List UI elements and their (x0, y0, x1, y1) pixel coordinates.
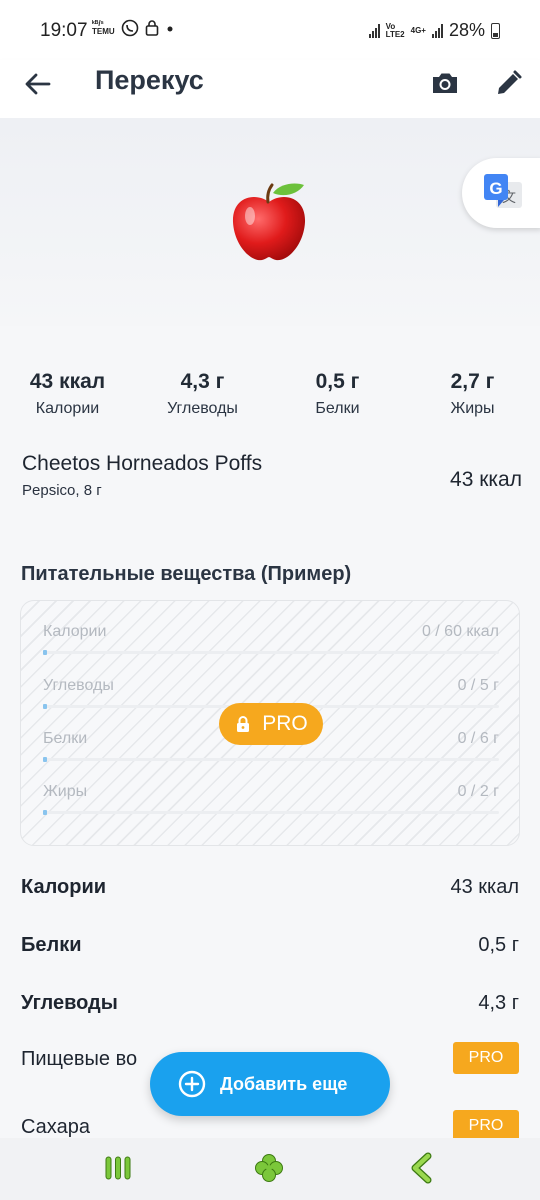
product-entry[interactable]: Cheetos Horneados Poffs Pepsico, 8 г 43 … (22, 452, 522, 499)
macro-calories: 43 ккал Калории (0, 370, 135, 418)
nutrient-progress-track (43, 757, 499, 762)
detail-value: 0,5 г (478, 934, 519, 956)
add-circle-icon (178, 1070, 206, 1098)
lte2-label: LTE2 (385, 29, 405, 39)
food-hero: 文 G (0, 118, 540, 326)
battery-percent: 28% (448, 20, 485, 40)
macro-fat: 2,7 г Жиры (405, 370, 540, 418)
dot-icon (167, 26, 173, 32)
back-arrow-icon[interactable] (24, 70, 52, 98)
macro-value: 0,5 г (315, 370, 360, 393)
detail-label: Калории (21, 876, 107, 898)
signal-icon-1 (368, 23, 380, 38)
detail-label: Сахара (21, 1116, 90, 1138)
nutrient-progress-track (43, 810, 499, 815)
detail-label: Пищевые во (21, 1048, 138, 1070)
system-nav-bar (0, 1138, 540, 1200)
temu-label: TEMU (92, 27, 115, 36)
macro-summary: 43 ккал Калории 4,3 г Углеводы 0,5 г Бел… (0, 370, 540, 420)
pro-badge[interactable]: PRO (453, 1042, 519, 1074)
product-brand-serving: Pepsico, 8 г (22, 482, 102, 499)
product-name: Cheetos Horneados Poffs (22, 452, 263, 475)
macro-label: Углеводы (167, 400, 238, 417)
network-type-indicator: Vo LTE2 (385, 22, 405, 39)
nutrient-row: Жиры 0 / 2 г (43, 783, 499, 833)
nutrient-value: 0 / 6 г (457, 730, 499, 747)
status-system-icons: Vo LTE2 4G+ 28% (368, 20, 500, 41)
macro-value: 43 ккал (29, 370, 106, 393)
detail-value: 43 ккал (450, 876, 519, 898)
nutrient-value: 0 / 60 ккал (421, 623, 499, 640)
product-calories: 43 ккал (450, 468, 522, 491)
app-bar: Перекус (0, 60, 540, 118)
nutrient-progress-fill (43, 757, 47, 762)
recents-icon[interactable] (102, 1152, 134, 1184)
apple-icon (232, 183, 306, 261)
macro-label: Белки (315, 400, 360, 417)
nutrient-label: Углеводы (43, 677, 114, 694)
lock-icon (237, 716, 250, 732)
viber-icon (121, 19, 138, 37)
macro-label: Жиры (450, 400, 495, 417)
nutrient-progress-track (43, 650, 499, 655)
detail-row-protein: Белки 0,5 г (21, 934, 519, 970)
detail-value: 4,3 г (478, 992, 519, 1014)
nutrient-value: 0 / 5 г (457, 677, 499, 694)
pro-label: PRO (262, 712, 308, 735)
google-translate-icon: 文 G (484, 174, 522, 208)
macro-value: 2,7 г (450, 370, 495, 393)
pro-unlock-button[interactable]: PRO (219, 703, 323, 745)
nutrients-card[interactable]: Калории 0 / 60 ккал Углеводы 0 / 5 г Бел… (20, 600, 520, 846)
signal-icon-2 (431, 23, 443, 38)
add-more-label: Добавить еще (220, 1073, 348, 1094)
nutrients-section-title: Питательные вещества (Пример) (21, 563, 352, 585)
macro-carbs: 4,3 г Углеводы (135, 370, 270, 418)
svg-text:G: G (489, 179, 502, 198)
translate-button[interactable]: 文 G (462, 158, 540, 228)
detail-row-calories: Калории 43 ккал (21, 876, 519, 912)
nutrient-value: 0 / 2 г (457, 783, 499, 800)
macro-label: Калории (35, 400, 100, 417)
status-time: 19:07 (40, 20, 88, 41)
nutrient-row: Калории 0 / 60 ккал (43, 623, 499, 673)
battery-icon (491, 22, 500, 39)
nutrient-label: Калории (43, 623, 107, 640)
status-bar: 19:07 ᵏᴮ/ˢ TEMU Vo LTE2 4G+ 28% (0, 0, 540, 60)
lock-status-icon (145, 20, 158, 36)
back-nav-icon[interactable] (406, 1152, 438, 1184)
macro-value: 4,3 г (180, 370, 225, 393)
nutrient-progress-fill (43, 810, 47, 815)
page-title: Перекус (95, 65, 204, 95)
detail-row-carbs: Углеводы 4,3 г (21, 992, 519, 1028)
edit-pencil-icon[interactable] (494, 68, 524, 98)
add-more-button[interactable]: Добавить еще (150, 1052, 390, 1116)
macro-protein: 0,5 г Белки (270, 370, 405, 418)
data-speed-indicator: ᵏᴮ/ˢ TEMU (92, 20, 115, 36)
camera-icon[interactable] (430, 68, 460, 98)
detail-label: Углеводы (21, 992, 118, 1014)
4g-label: 4G+ (410, 25, 426, 35)
status-notification-icons: ᵏᴮ/ˢ TEMU (92, 19, 175, 37)
nutrient-progress-fill (43, 650, 47, 655)
nutrient-label: Белки (43, 730, 88, 747)
nutrient-label: Жиры (43, 783, 88, 800)
nutrient-progress-fill (43, 704, 47, 709)
detail-label: Белки (21, 934, 82, 956)
home-clover-icon[interactable] (253, 1152, 285, 1184)
